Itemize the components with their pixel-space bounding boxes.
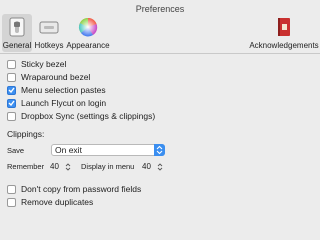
dropbox-sync-checkbox[interactable] [7, 111, 16, 121]
option-sticky-bezel[interactable]: Sticky bezel [7, 58, 66, 70]
tab-hotkeys[interactable]: Hotkeys [34, 14, 64, 52]
launch-on-login-label: Launch Flycut on login [21, 98, 107, 108]
wraparound-bezel-label: Wraparound bezel [21, 72, 91, 82]
remember-input[interactable]: 40 [50, 161, 59, 173]
option-dropbox-sync[interactable]: Dropbox Sync (settings & clippings) [7, 110, 155, 122]
preferences-toolbar: General Hotkeys Appearance Acknowledgeme… [0, 14, 320, 52]
dropbox-sync-label: Dropbox Sync (settings & clippings) [21, 111, 156, 121]
sticky-bezel-label: Sticky bezel [21, 59, 67, 69]
option-menu-selection-pastes[interactable]: Menu selection pastes [7, 84, 106, 96]
remember-stepper[interactable] [65, 161, 71, 173]
no-password-copy-checkbox[interactable] [7, 184, 16, 194]
color-wheel-icon [78, 17, 98, 39]
tab-appearance-label: Appearance [66, 41, 110, 50]
toolbar-divider [0, 53, 320, 54]
tab-acknowledgements-label: Acknowledgements [249, 41, 319, 50]
remember-label: Remember [7, 162, 45, 171]
menu-selection-pastes-checkbox[interactable] [7, 85, 16, 95]
option-wraparound-bezel[interactable]: Wraparound bezel [7, 71, 90, 83]
tab-appearance[interactable]: Appearance [66, 14, 110, 52]
keyboard-icon [38, 17, 60, 39]
display-in-menu-label: Display in menu [81, 162, 135, 171]
switch-icon [9, 17, 25, 39]
save-select[interactable]: On exit [51, 144, 165, 156]
remove-duplicates-checkbox[interactable] [7, 197, 16, 207]
chevron-updown-icon [154, 144, 165, 156]
tab-hotkeys-label: Hotkeys [34, 41, 64, 50]
save-select-value: On exit [55, 145, 82, 155]
tab-general-label: General [2, 41, 32, 50]
tab-general[interactable]: General [2, 14, 32, 52]
remove-duplicates-label: Remove duplicates [21, 197, 94, 207]
sticky-bezel-checkbox[interactable] [7, 59, 16, 69]
wraparound-bezel-checkbox[interactable] [7, 72, 16, 82]
tab-acknowledgements[interactable]: Acknowledgements [248, 14, 320, 52]
launch-on-login-checkbox[interactable] [7, 98, 16, 108]
option-remove-duplicates[interactable]: Remove duplicates [7, 196, 93, 208]
save-label: Save [7, 146, 25, 155]
option-no-password-copy[interactable]: Don't copy from password fields [7, 183, 141, 195]
display-in-menu-stepper[interactable] [157, 161, 163, 173]
clippings-heading: Clippings: [7, 129, 45, 139]
no-password-copy-label: Don't copy from password fields [21, 184, 142, 194]
option-launch-on-login[interactable]: Launch Flycut on login [7, 97, 106, 109]
display-in-menu-input[interactable]: 40 [142, 161, 151, 173]
book-icon [276, 17, 292, 39]
menu-selection-pastes-label: Menu selection pastes [21, 85, 106, 95]
